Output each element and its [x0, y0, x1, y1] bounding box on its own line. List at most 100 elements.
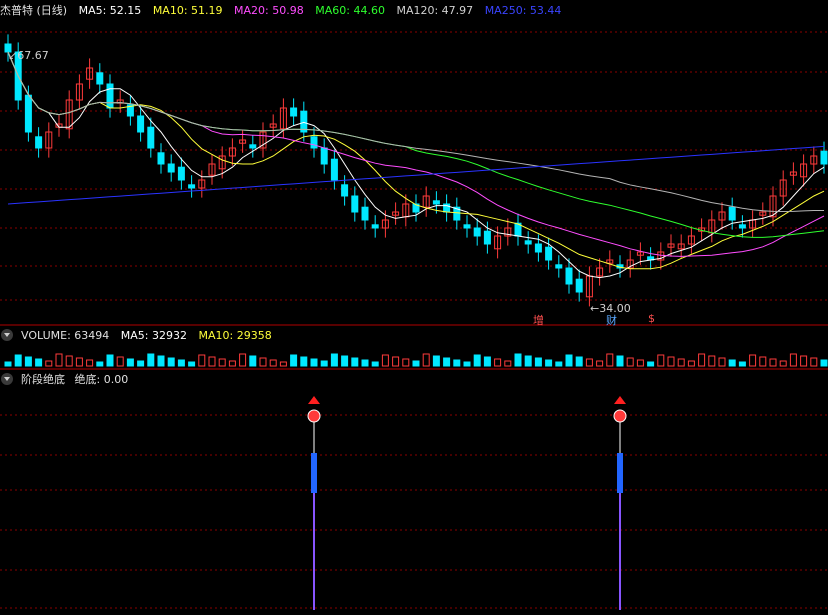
indicator-title: 阶段绝底	[21, 373, 65, 386]
volume-bar	[473, 354, 481, 367]
volume-bar	[249, 355, 257, 367]
candle-body	[555, 264, 563, 269]
volume-bar	[779, 360, 787, 367]
volume-bar	[86, 359, 94, 367]
volume-bar	[514, 353, 522, 367]
candle-body	[738, 224, 746, 229]
volume-bar	[147, 353, 155, 367]
ma250-label: MA250: 53.44	[484, 4, 562, 17]
volume-bar	[402, 358, 410, 367]
candle-body	[351, 195, 359, 213]
volume-bar	[208, 356, 216, 367]
volume-bar	[371, 361, 379, 367]
candle-body	[188, 184, 196, 189]
volume-bar	[341, 355, 349, 367]
candle-body	[106, 83, 114, 109]
volume-bar	[718, 357, 726, 367]
signal-dot-icon	[613, 409, 627, 423]
volume-bar	[239, 353, 247, 367]
ma-line	[7, 51, 824, 212]
candle-body	[820, 150, 828, 165]
chart-canvas	[0, 31, 828, 610]
volume-bar	[677, 358, 685, 367]
volume-bar	[738, 361, 746, 367]
volume-bar	[65, 355, 73, 367]
volume-bar	[218, 358, 226, 367]
volume-bar	[534, 357, 542, 367]
volume-bar	[361, 359, 369, 367]
volume-bar	[55, 353, 63, 367]
candle-body	[249, 144, 257, 149]
tag-finance: 财	[606, 314, 617, 327]
main-legend: 杰普特 (日线) MA5: 52.15 MA10: 51.19 MA20: 50…	[0, 3, 569, 19]
volume-bar	[657, 354, 665, 367]
candle-body	[147, 126, 155, 149]
volume-bar	[463, 361, 471, 367]
volume-bar	[137, 360, 145, 367]
volume-bar	[606, 353, 614, 367]
chevron-down-icon[interactable]	[1, 373, 13, 385]
volume-bar	[759, 356, 767, 367]
volume-bar	[667, 356, 675, 367]
volume-bar	[585, 358, 593, 367]
volume-bar	[432, 355, 440, 367]
volume-bar	[45, 360, 53, 367]
candle-body	[463, 224, 471, 229]
volume-title: VOLUME: 63494	[21, 329, 110, 342]
volume-bar	[422, 353, 430, 367]
volume-bar	[412, 360, 420, 367]
volume-bar	[198, 354, 206, 367]
indicator-legend: 阶段绝底 绝底: 0.00	[0, 371, 136, 387]
candle-body	[361, 206, 369, 221]
ma60-label: MA60: 44.60	[315, 4, 385, 17]
ma5-label: MA5: 52.15	[78, 4, 142, 17]
volume-bar	[14, 354, 22, 367]
volume-bar	[35, 358, 43, 367]
ma120-label: MA120: 47.97	[396, 4, 474, 17]
signal-dot-icon	[307, 409, 321, 423]
volume-bar	[188, 361, 196, 367]
volume-bar	[4, 361, 12, 367]
volume-bar	[545, 359, 553, 367]
volume-bar	[228, 360, 236, 367]
volume-bar	[320, 360, 328, 367]
candle-body	[565, 267, 573, 285]
candle-body	[330, 158, 338, 181]
candle-body	[320, 147, 328, 165]
volume-bar	[810, 357, 818, 367]
candle-body	[35, 136, 43, 149]
volume-bar	[106, 354, 114, 367]
volume-bar	[524, 355, 532, 367]
volume-bar	[453, 359, 461, 367]
volume-bar	[636, 359, 644, 367]
chevron-down-icon[interactable]	[1, 329, 13, 341]
volume-bar	[381, 354, 389, 367]
volume-ma10-label: MA10: 29358	[198, 329, 272, 342]
volume-bar	[708, 355, 716, 367]
volume-bar	[647, 361, 655, 367]
volume-bar	[565, 354, 573, 367]
volume-bar	[820, 359, 828, 367]
candle-body	[473, 227, 481, 237]
volume-bar	[504, 360, 512, 367]
volume-bar	[728, 359, 736, 367]
volume-bar	[698, 353, 706, 367]
volume-bar	[800, 355, 808, 367]
volume-ma5-label: MA5: 32932	[120, 329, 187, 342]
candle-body	[157, 152, 165, 165]
volume-bar	[483, 356, 491, 367]
volume-bar	[555, 361, 563, 367]
signal-up-icon	[614, 396, 626, 404]
volume-bar	[789, 353, 797, 367]
candle-body	[24, 94, 32, 133]
volume-bar	[626, 357, 634, 367]
candle-body	[524, 240, 532, 245]
volume-bar	[157, 355, 165, 367]
volume-bar	[749, 354, 757, 367]
candle-body	[545, 246, 553, 261]
volume-bar	[596, 360, 604, 367]
indicator-value: 绝底: 0.00	[74, 373, 129, 386]
volume-bar	[443, 357, 451, 367]
volume-bar	[279, 361, 287, 367]
ma-line	[7, 51, 825, 279]
